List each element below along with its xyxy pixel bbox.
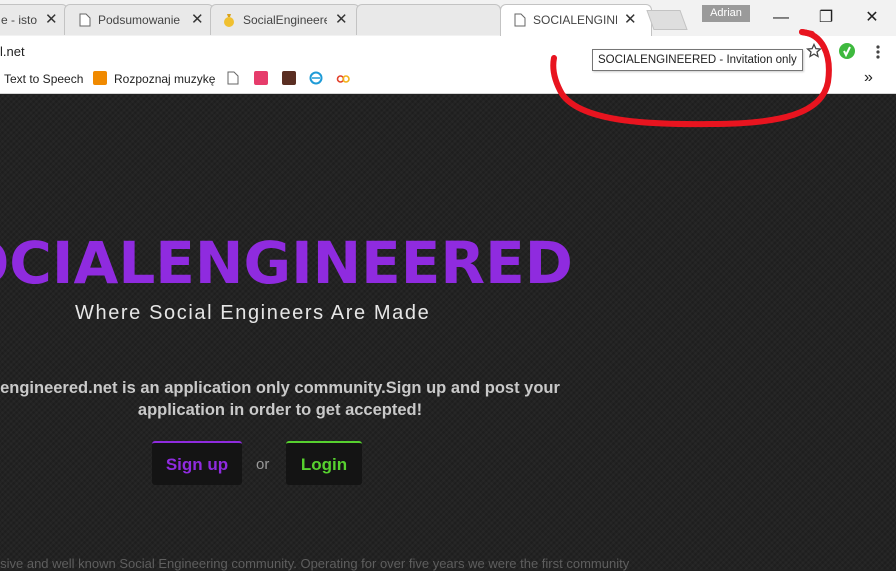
image-icon[interactable] (282, 71, 296, 85)
tab-2[interactable]: Podsumowanie ✕ (64, 4, 214, 35)
intro-line-2: application in order to get accepted! (137, 401, 423, 419)
window-close-button[interactable]: ✕ (852, 6, 892, 30)
minimize-button[interactable]: — (761, 6, 801, 30)
tab-strip: e - isto ✕ Podsumowanie ✕ SocialEngineer… (0, 0, 896, 37)
tab-title: SocialEngineered (243, 13, 327, 27)
new-tab-button[interactable] (646, 10, 688, 30)
url-text: l.net (0, 44, 25, 59)
star-icon[interactable] (806, 43, 822, 59)
hero-title: OCIALENGINEERED (0, 229, 573, 297)
restore-button[interactable]: ❐ (806, 6, 846, 30)
close-icon[interactable]: ✕ (45, 10, 58, 30)
hero-subtitle: Where Social Engineers Are Made (75, 302, 431, 324)
tab-4[interactable] (356, 4, 501, 35)
intro-line-1: engineered.net is an application only co… (0, 379, 560, 397)
close-icon[interactable]: ✕ (335, 10, 348, 30)
menu-icon[interactable] (874, 44, 882, 60)
profile-badge[interactable]: Adrian (702, 5, 750, 22)
oo-icon[interactable] (336, 71, 350, 85)
or-label: or (256, 456, 270, 473)
tab-5-active[interactable]: SOCIALENGINEERED ✕ (500, 4, 652, 37)
gg-icon[interactable] (254, 71, 268, 85)
tab-title: Podsumowanie (98, 13, 181, 27)
intro-text: engineered.net is an application only co… (0, 377, 580, 421)
page-content: OCIALENGINEERED Where Social Engineers A… (0, 94, 896, 571)
page-icon (514, 13, 526, 27)
tab-title: SOCIALENGINEERED (533, 13, 617, 27)
close-icon[interactable]: ✕ (624, 10, 637, 30)
close-icon[interactable]: ✕ (191, 10, 204, 30)
login-button[interactable]: Login (286, 441, 362, 485)
tab-tooltip: SOCIALENGINEERED - Invitation only (592, 49, 803, 71)
extension-icon[interactable] (838, 42, 856, 60)
e-icon[interactable] (309, 71, 323, 85)
bookmark-rozpoznaj-muzyke[interactable]: Rozpoznaj muzykę (114, 72, 215, 86)
page-icon (79, 13, 91, 27)
signup-button[interactable]: Sign up (152, 441, 242, 485)
tab-1[interactable]: e - isto ✕ (0, 4, 68, 35)
money-bag-icon (224, 14, 234, 27)
shazam-icon (93, 71, 107, 85)
bookmark-text-to-speech[interactable]: Text to Speech (4, 72, 83, 86)
bookmarks-overflow-button[interactable]: » (864, 69, 873, 87)
footer-text: lusive and well known Social Engineering… (0, 556, 630, 571)
page-icon[interactable] (226, 71, 240, 85)
tab-title: e - isto (1, 13, 38, 27)
tab-3[interactable]: SocialEngineered ✕ (210, 4, 360, 35)
